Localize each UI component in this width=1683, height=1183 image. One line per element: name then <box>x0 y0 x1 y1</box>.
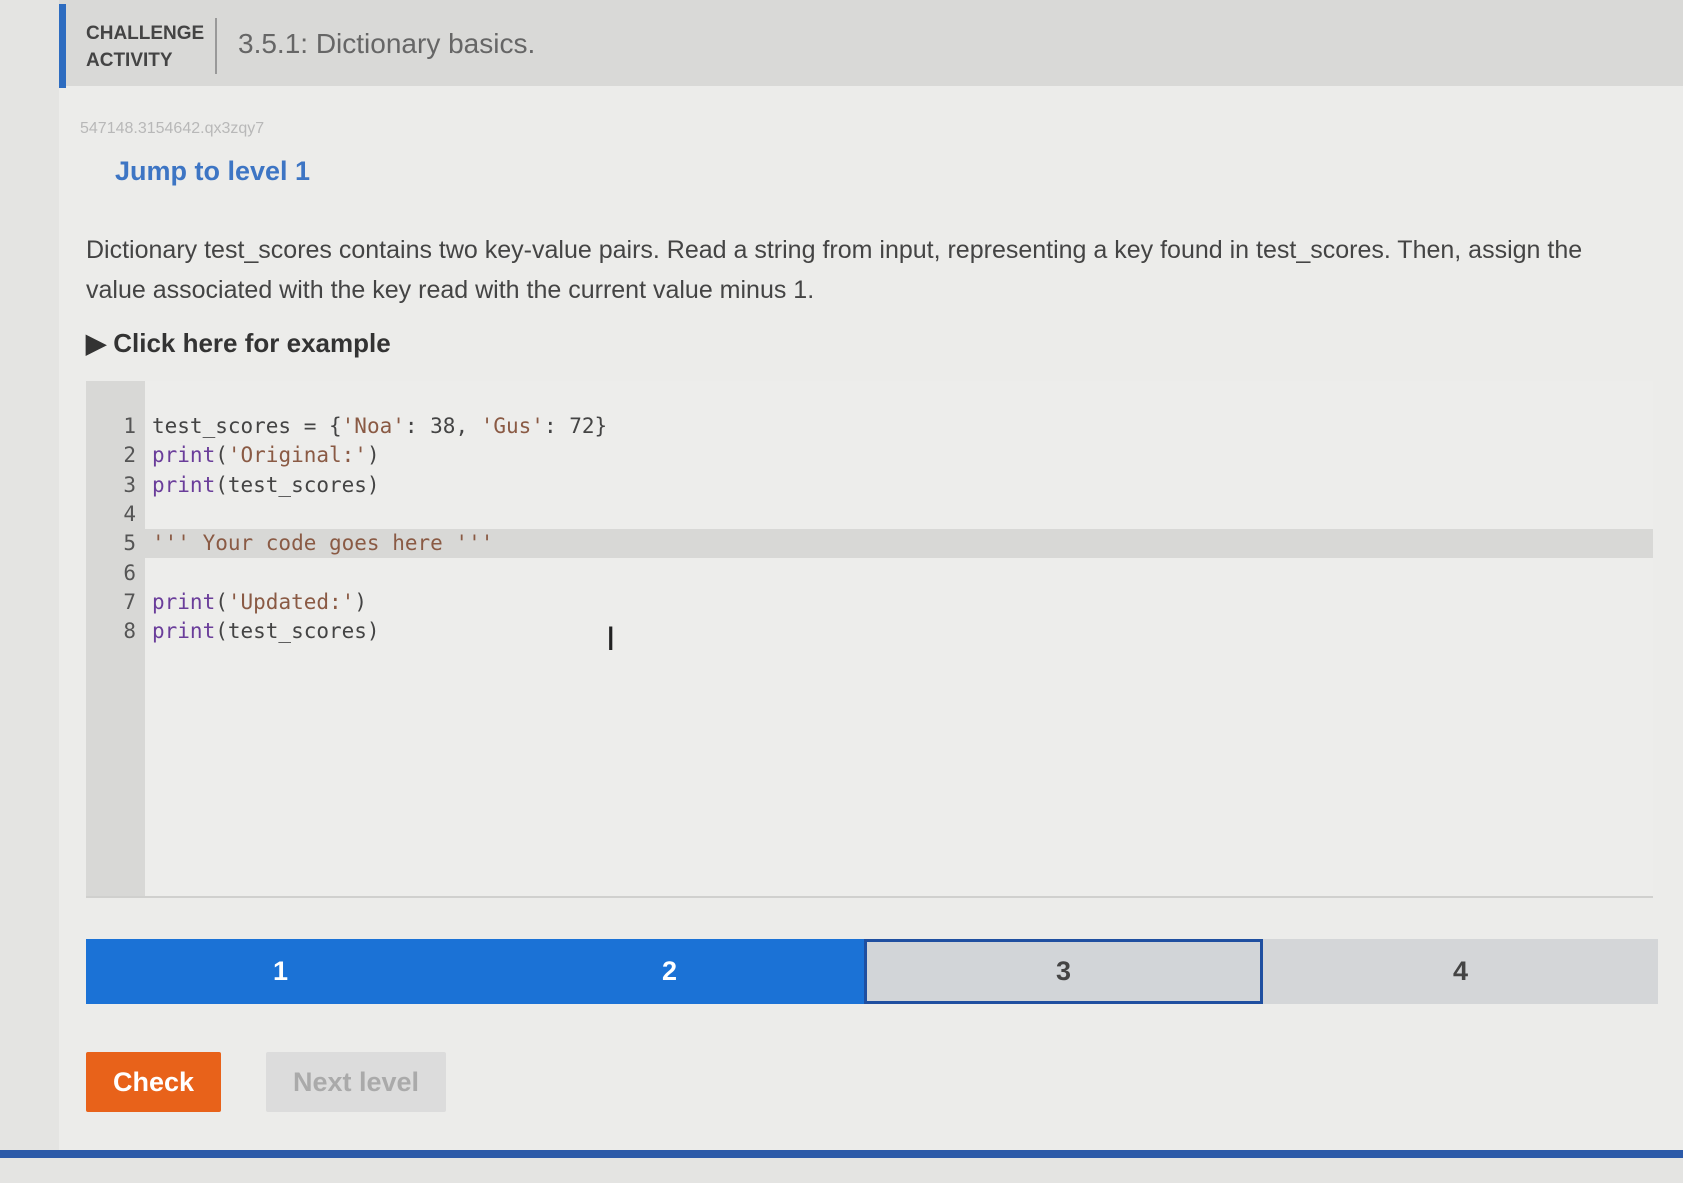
code-line[interactable]: 4 <box>86 500 1653 529</box>
label-line2: ACTIVITY <box>86 50 173 71</box>
label-line1: CHALLENGE <box>86 23 205 44</box>
code-text: print('Updated:') <box>152 589 367 614</box>
code-text: ''' Your code goes here ''' <box>152 531 494 556</box>
header-accent-bar <box>59 4 66 88</box>
example-toggle[interactable]: ▶ Click here for example <box>86 328 391 359</box>
line-number: 5 <box>123 531 136 556</box>
code-line[interactable]: 2 print('Original:') <box>86 441 1653 470</box>
activity-id: 547148.3154642.qx3zqy7 <box>80 120 265 137</box>
code-text: test_scores = {'Noa': 38, 'Gus': 72} <box>152 414 608 438</box>
challenge-label: CHALLENGE ACTIVITY <box>86 20 204 74</box>
code-line[interactable]: 3 print(test_scores) <box>86 471 1653 500</box>
activity-title: 3.5.1: Dictionary basics. <box>238 28 536 59</box>
code-line[interactable]: 6 <box>86 559 1653 588</box>
jump-to-level-link[interactable]: Jump to level 1 <box>115 156 310 187</box>
code-editor[interactable]: 1 test_scores = {'Noa': 38, 'Gus': 72} 2 pr… <box>86 381 1653 898</box>
problem-description: Dictionary test_scores contains two key-… <box>86 236 1583 304</box>
line-number: 2 <box>123 443 136 468</box>
code-line[interactable]: 7 print('Updated:') <box>86 588 1653 617</box>
code-text: print(test_scores) <box>152 472 380 497</box>
line-number: 6 <box>123 560 136 585</box>
level-3-segment[interactable]: 3 <box>864 939 1263 1004</box>
line-number: 8 <box>123 619 136 644</box>
code-line[interactable]: 8 print(test_scores) <box>86 617 1653 646</box>
line-number: 3 <box>123 472 136 497</box>
code-line[interactable]: 1 test_scores = {'Noa': 38, 'Gus': 72} <box>86 412 1653 441</box>
text-cursor-icon: I <box>606 620 616 658</box>
bottom-border <box>0 1150 1683 1158</box>
level-1-segment[interactable]: 1 <box>86 939 475 1004</box>
line-number: 1 <box>123 414 136 438</box>
level-2-segment[interactable]: 2 <box>475 939 864 1004</box>
check-button[interactable]: Check <box>86 1052 221 1112</box>
line-number: 4 <box>123 501 136 526</box>
code-text: print('Original:') <box>152 443 380 468</box>
code-text: print(test_scores) <box>152 619 380 644</box>
header-divider <box>215 18 217 74</box>
level-4-segment[interactable]: 4 <box>1263 939 1658 1004</box>
next-level-button[interactable]: Next level <box>266 1052 446 1112</box>
code-line[interactable]: 5 ''' Your code goes here ''' <box>86 529 1653 559</box>
line-number: 7 <box>123 589 136 614</box>
